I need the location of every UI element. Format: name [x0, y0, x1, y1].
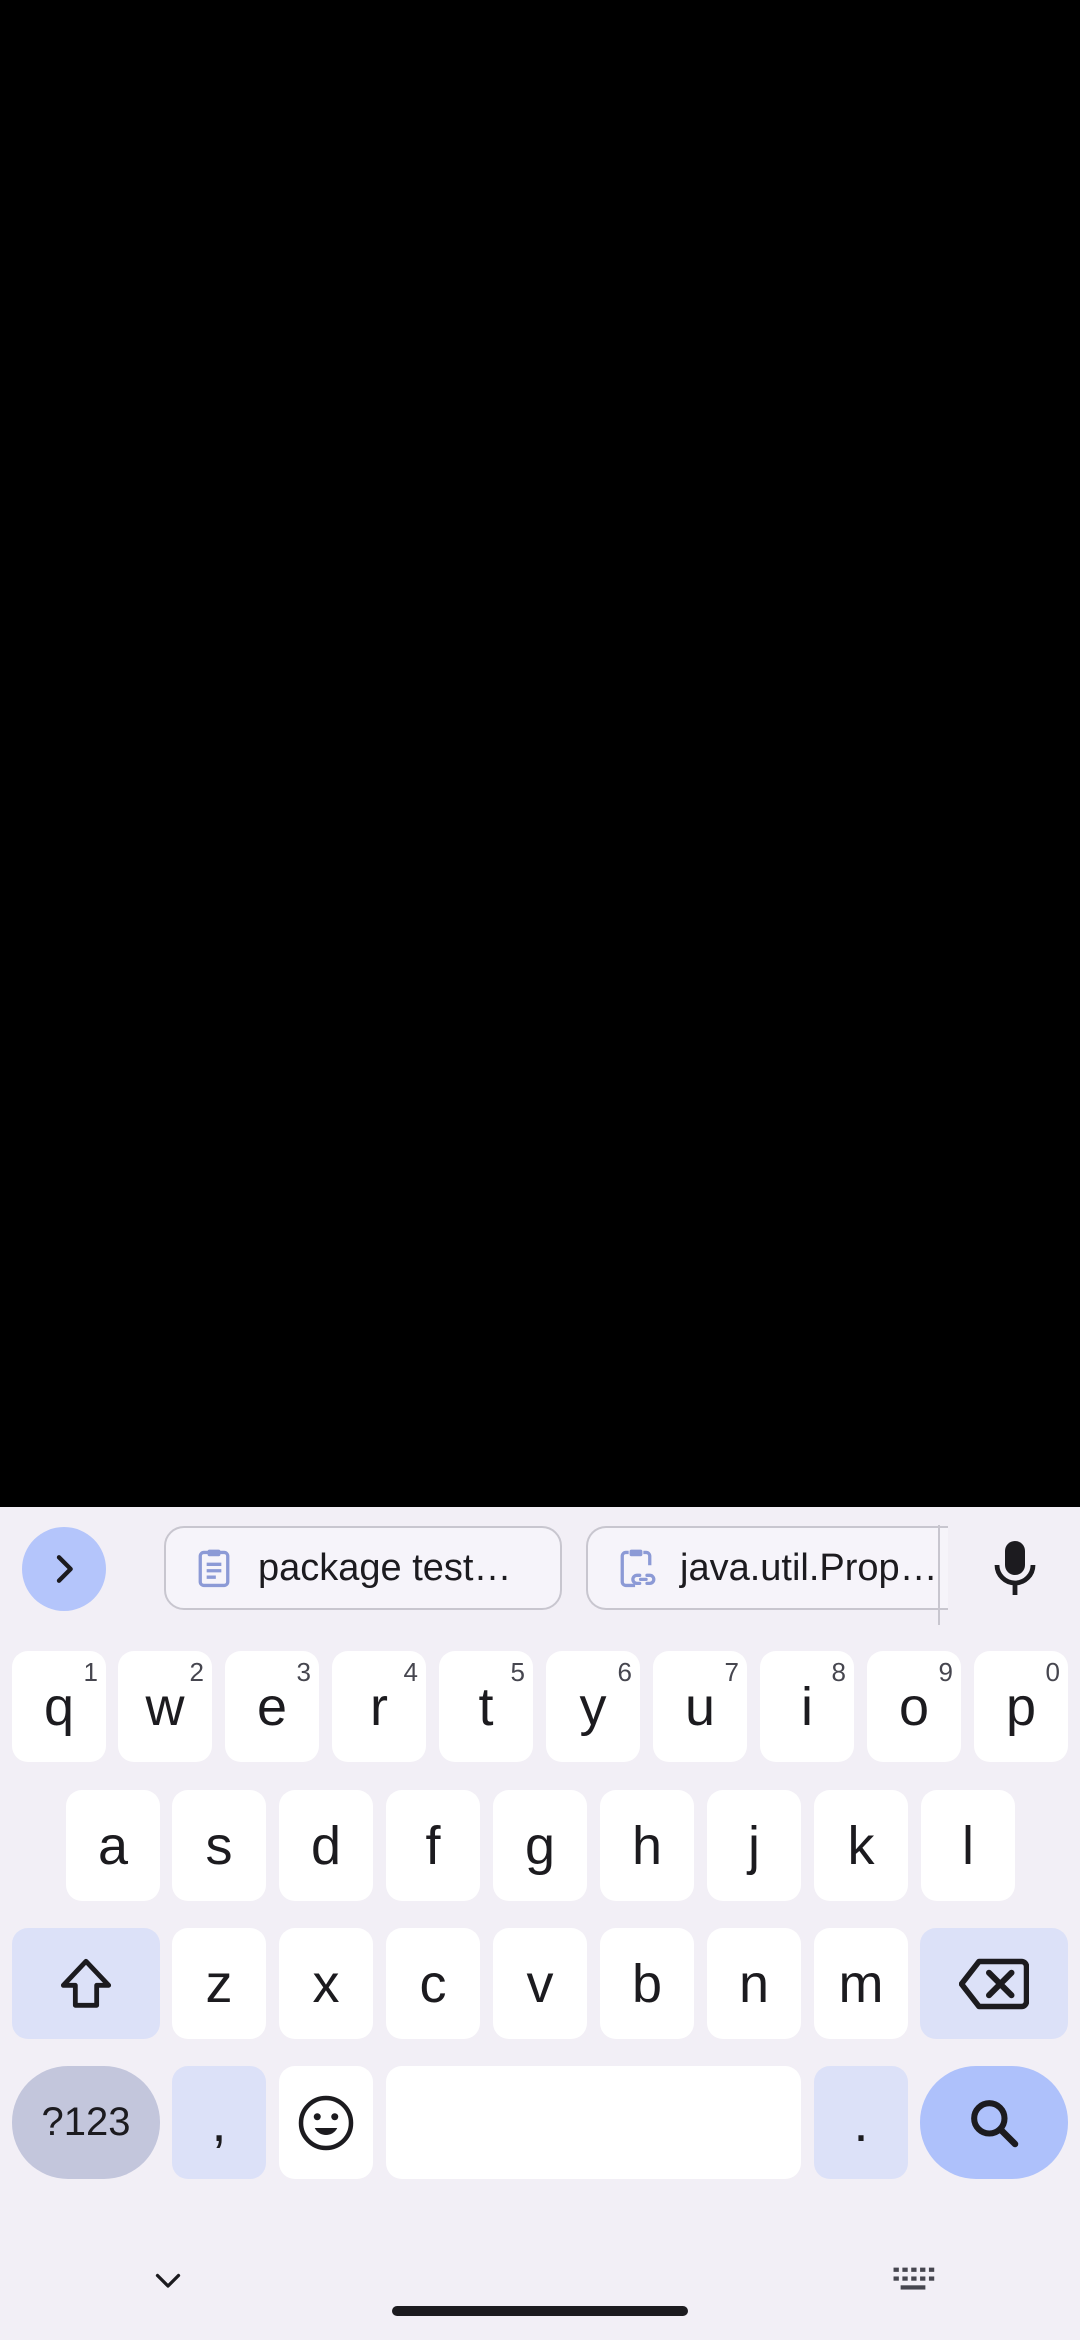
key-s[interactable]: s — [172, 1790, 266, 1901]
keyboard-nav-strip — [0, 2242, 1080, 2340]
voice-input-button[interactable] — [985, 1531, 1045, 1607]
key-n[interactable]: n — [707, 1928, 801, 2039]
emoji-icon — [298, 2095, 354, 2150]
strip-divider — [938, 1525, 940, 1625]
backspace-key[interactable] — [920, 1928, 1068, 2039]
chevron-right-icon — [56, 1555, 73, 1583]
key-m[interactable]: m — [814, 1928, 908, 2039]
comma-key[interactable]: , — [172, 2066, 266, 2179]
clipboard-suggestion-2[interactable]: java.util.Prop… — [586, 1526, 948, 1610]
emoji-key[interactable] — [279, 2066, 373, 2179]
shift-icon — [60, 1958, 112, 2008]
key-a[interactable]: a — [66, 1790, 160, 1901]
key-t[interactable]: t5 — [439, 1651, 533, 1762]
clipboard-icon — [192, 1546, 236, 1590]
clipboard-suggestion-1-text: package test… — [258, 1546, 512, 1589]
key-i[interactable]: i8 — [760, 1651, 854, 1762]
search-icon — [971, 2099, 1019, 2147]
key-b[interactable]: b — [600, 1928, 694, 2039]
clipboard-suggestion-1[interactable]: package test… — [164, 1526, 562, 1610]
key-p[interactable]: p0 — [974, 1651, 1068, 1762]
key-r[interactable]: r4 — [332, 1651, 426, 1762]
key-c[interactable]: c — [386, 1928, 480, 2039]
chevron-down-icon[interactable] — [150, 2262, 186, 2298]
suggestion-strip: package test… java.util.Prop… — [0, 1507, 1080, 1627]
key-f[interactable]: f — [386, 1790, 480, 1901]
period-key[interactable]: . — [814, 2066, 908, 2179]
space-key[interactable] — [386, 2066, 801, 2179]
home-indicator[interactable] — [392, 2306, 688, 2316]
key-k[interactable]: k — [814, 1790, 908, 1901]
key-e[interactable]: e3 — [225, 1651, 319, 1762]
key-j[interactable]: j — [707, 1790, 801, 1901]
soft-keyboard: package test… java.util.Prop… q1 w2 e3 r… — [0, 1507, 1080, 2340]
key-u[interactable]: u7 — [653, 1651, 747, 1762]
key-o[interactable]: o9 — [867, 1651, 961, 1762]
key-l[interactable]: l — [921, 1790, 1015, 1901]
key-x[interactable]: x — [279, 1928, 373, 2039]
key-d[interactable]: d — [279, 1790, 373, 1901]
key-q[interactable]: q1 — [12, 1651, 106, 1762]
search-action-key[interactable] — [920, 2066, 1068, 2179]
key-v[interactable]: v — [493, 1928, 587, 2039]
keyboard-icon[interactable] — [890, 2260, 936, 2300]
expand-toolbar-button[interactable] — [22, 1527, 106, 1611]
backspace-icon — [959, 1958, 1029, 2009]
key-g[interactable]: g — [493, 1790, 587, 1901]
key-w[interactable]: w2 — [118, 1651, 212, 1762]
key-z[interactable]: z — [172, 1928, 266, 2039]
microphone-icon — [994, 1541, 1036, 1595]
shift-key[interactable] — [12, 1928, 160, 2039]
key-h[interactable]: h — [600, 1790, 694, 1901]
app-content-area — [0, 0, 1080, 1507]
clipboard-link-icon — [614, 1546, 658, 1590]
clipboard-suggestion-2-text: java.util.Prop… — [680, 1546, 938, 1589]
key-y[interactable]: y6 — [546, 1651, 640, 1762]
symbols-key[interactable]: ?123 — [12, 2066, 160, 2179]
